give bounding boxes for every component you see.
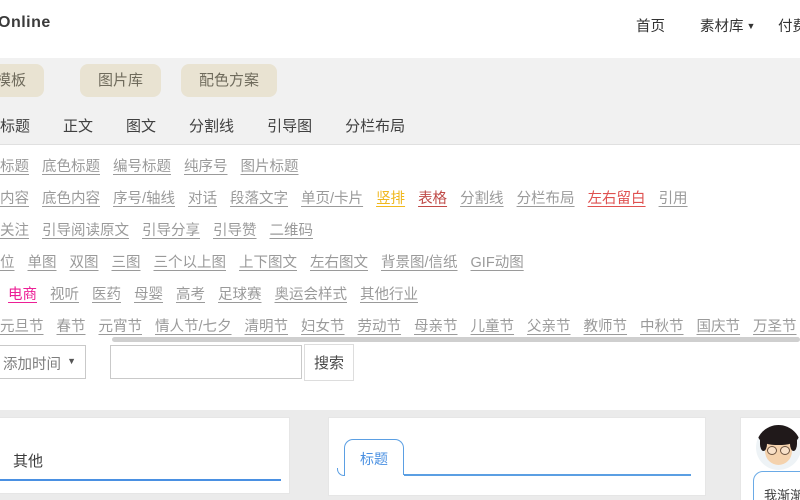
section-tab[interactable]: 分割线 [189,112,234,142]
category-link[interactable]: 春节 [57,315,86,336]
tab-color-schemes[interactable]: 配色方案 [181,64,277,97]
quote-box: 我渐渐 [753,471,800,500]
section-tab[interactable]: 标题 [0,112,30,142]
category-link[interactable]: 奥运会样式 [275,283,348,304]
category-link[interactable]: 对话 [188,187,217,208]
category-link[interactable]: 电商 [8,283,37,304]
category-link[interactable]: 左右图文 [310,251,368,272]
category-link[interactable]: 引用 [659,187,688,208]
chevron-down-icon: ▼ [747,21,756,31]
section-tab[interactable]: 正文 [63,112,93,142]
category-link[interactable]: 竖排 [376,187,405,208]
quote-text: 我渐渐 [764,485,800,500]
category-link[interactable]: 医药 [92,283,121,304]
category-link[interactable]: 引导赞 [213,219,257,240]
top-header: Online 首页 素材库▼ 付费 [0,0,800,58]
template-card-avatar-quote[interactable]: 我渐渐 [740,417,800,500]
category-link[interactable]: 编号标题 [113,155,171,176]
search-button[interactable]: 搜索 [304,344,354,381]
category-link[interactable]: 位 [0,251,15,272]
category-link[interactable]: 分割线 [460,187,504,208]
tab-shape: 标题 [344,439,404,475]
tool-band: 模板 图片库 配色方案 标题 正文 图文 分割线 引导图 分栏布局 [0,58,800,145]
section-tab[interactable]: 引导图 [267,112,312,142]
category-link[interactable]: 高考 [176,283,205,304]
category-link[interactable]: 左右留白 [588,187,646,208]
category-link[interactable]: 三个以上图 [154,251,227,272]
category-link[interactable]: 二维码 [270,219,314,240]
category-link[interactable]: 元宵节 [99,315,143,336]
tab-image-library[interactable]: 图片库 [80,64,161,97]
category-link[interactable]: 内容 [0,187,29,208]
category-link[interactable]: 中秋节 [640,315,684,336]
category-link[interactable]: 父亲节 [527,315,571,336]
tab-shape-hook [337,468,345,476]
category-link[interactable]: 元旦节 [0,315,44,336]
category-link[interactable]: 上下图文 [239,251,297,272]
category-link[interactable]: 儿童节 [471,315,515,336]
category-link[interactable]: 清明节 [245,315,289,336]
category-link[interactable]: 纯序号 [184,155,228,176]
category-link[interactable]: 妇女节 [301,315,345,336]
category-link[interactable]: 标题 [0,155,29,176]
filter-row-industry: 电商视听医药母婴高考足球赛奥运会样式其他行业 [8,283,418,304]
tab-baseline [404,474,691,476]
category-link[interactable]: 双图 [70,251,99,272]
site-logo: Online [0,14,51,32]
category-link[interactable]: 序号/轴线 [113,187,175,208]
horizontal-scrollbar[interactable] [112,337,800,342]
category-link[interactable]: 关注 [0,219,29,240]
category-link[interactable]: 图片标题 [241,155,299,176]
filter-row-content: 内容底色内容序号/轴线对话段落文字单页/卡片竖排表格分割线分栏布局左右留白引用 [0,187,688,208]
nav-material-library[interactable]: 素材库▼ [700,15,755,36]
filter-row-guides: 关注引导阅读原文引导分享引导赞二维码 [0,219,313,240]
template-card-other[interactable]: 其他 [0,417,290,494]
blue-underline [0,479,281,481]
category-link[interactable]: 引导阅读原文 [42,219,129,240]
section-tab[interactable]: 分栏布局 [345,112,405,142]
tab-templates[interactable]: 模板 [0,64,44,97]
category-link[interactable]: 国庆节 [697,315,741,336]
nav-paid[interactable]: 付费 [778,15,800,36]
filter-row-images: 位单图双图三图三个以上图上下图文左右图文背景图/信纸 GIF动图 [0,251,524,272]
section-tabs: 标题 正文 图文 分割线 引导图 分栏布局 [0,112,405,142]
category-link[interactable]: 视听 [50,283,79,304]
category-link[interactable]: 表格 [418,187,447,208]
search-input[interactable] [110,345,302,379]
template-title-text: 其他 [13,450,43,471]
category-link[interactable]: GIF动图 [471,251,524,272]
category-link[interactable]: 分栏布局 [517,187,575,208]
category-link[interactable]: 情人节/七夕 [155,315,232,336]
time-filter-select[interactable]: 添加时间 ▼ [0,345,86,379]
category-link[interactable]: 底色标题 [42,155,100,176]
category-link[interactable]: 劳动节 [358,315,402,336]
tab-shape-label: 标题 [345,449,403,469]
template-card-title-tab[interactable]: 标题 [328,417,706,496]
time-filter-label: 添加时间 [3,353,61,374]
nav-home[interactable]: 首页 [636,15,665,36]
category-link[interactable]: 万圣节 [753,315,797,336]
category-link[interactable]: 教师节 [584,315,628,336]
category-link[interactable]: 足球赛 [218,283,262,304]
category-link[interactable]: 段落文字 [230,187,288,208]
category-link[interactable]: 其他行业 [360,283,418,304]
category-link[interactable]: 三图 [112,251,141,272]
filter-row-holidays: 元旦节春节元宵节情人节/七夕清明节妇女节劳动节母亲节儿童节父亲节教师节中秋节国庆… [0,315,800,336]
category-link[interactable]: 单图 [28,251,57,272]
template-results-section: 其他 标题 我渐渐 [0,410,800,500]
category-link[interactable]: 引导分享 [142,219,200,240]
filter-row-titles: 标题底色标题编号标题纯序号图片标题 [0,155,299,176]
select-arrow-icon: ▼ [67,356,76,366]
category-link[interactable]: 单页/卡片 [301,187,363,208]
avatar [756,425,800,470]
avatar-glasses [767,446,777,455]
avatar-glasses [780,446,790,455]
category-link[interactable]: 母亲节 [414,315,458,336]
category-link[interactable]: 母婴 [134,283,163,304]
category-link[interactable]: 背景图/信纸 [381,251,458,272]
section-tab[interactable]: 图文 [126,112,156,142]
page: Online 首页 素材库▼ 付费 模板 图片库 配色方案 标题正文图文分割线引… [0,0,800,500]
category-link[interactable]: 底色内容 [42,187,100,208]
